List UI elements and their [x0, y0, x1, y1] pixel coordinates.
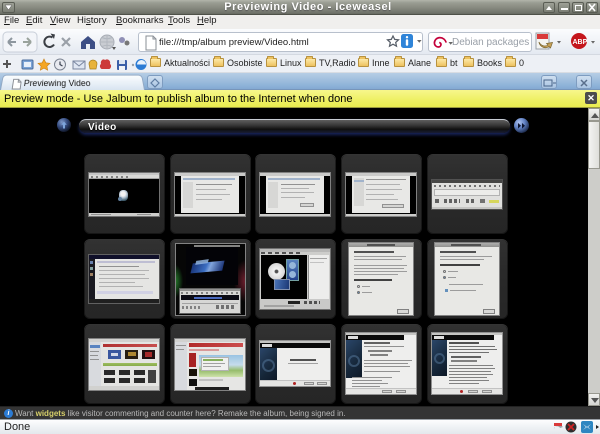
svg-text:ABP: ABP [573, 39, 588, 46]
